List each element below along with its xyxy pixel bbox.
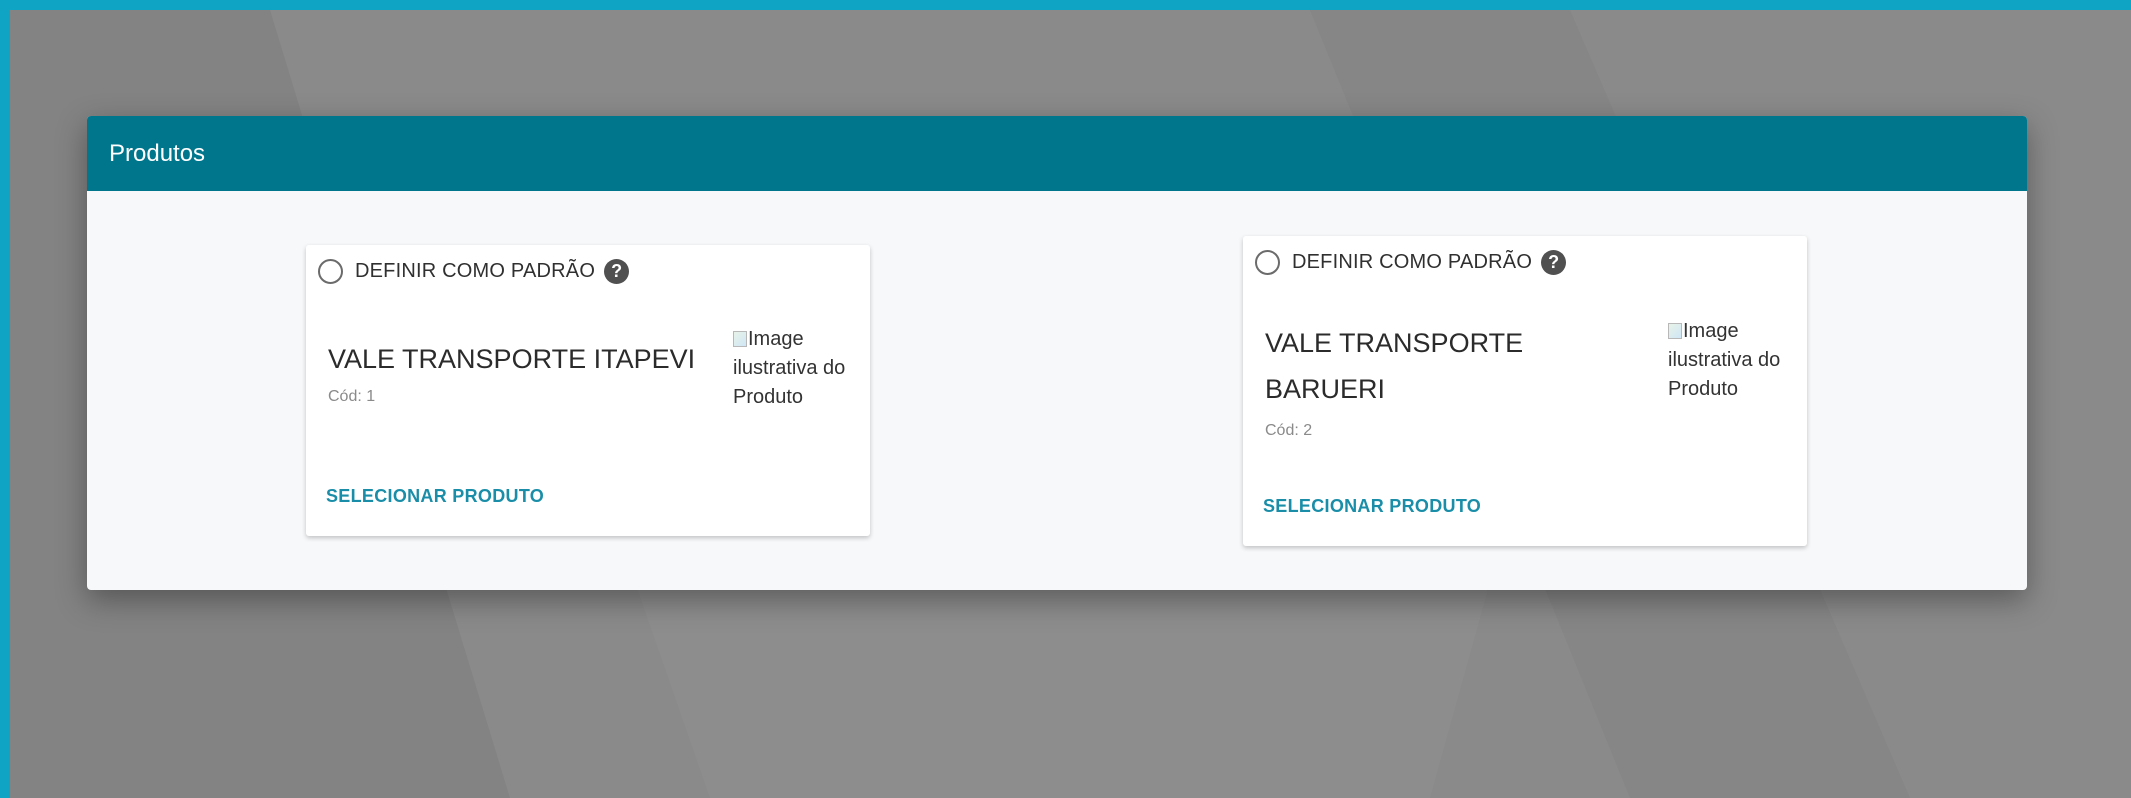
product-code: Cód: 2 [1265,422,1313,439]
default-radio-label[interactable]: DEFINIR COMO PADRÃO [1292,251,1532,274]
default-radio-label[interactable]: DEFINIR COMO PADRÃO [355,260,595,283]
product-card: DEFINIR COMO PADRÃO ? VALE TRANSPORTE BA… [1243,236,1807,546]
broken-image-icon [733,331,747,347]
help-icon[interactable]: ? [1541,250,1567,275]
product-image-alt: Image ilustrativa do Produto [1668,320,1781,400]
dialog-title: Produtos [109,139,206,167]
product-image: Image ilustrativa do Produto [1668,317,1798,404]
broken-image-icon [1668,323,1682,339]
product-code: Cód: 1 [328,388,376,405]
dialog-header: Produtos [87,116,2027,191]
default-option[interactable]: DEFINIR COMO PADRÃO ? [1255,250,1567,275]
default-option[interactable]: DEFINIR COMO PADRÃO ? [318,259,630,284]
select-product-button[interactable]: SELECIONAR PRODUTO [1263,496,1481,517]
help-icon[interactable]: ? [604,259,630,284]
default-radio[interactable] [318,259,343,284]
window-frame: Produtos DEFINIR COMO PADRÃO ? VALE TRAN… [0,0,2131,798]
select-product-button[interactable]: SELECIONAR PRODUTO [326,486,544,507]
product-image: Image ilustrativa do Produto [733,325,863,412]
product-image-alt: Image ilustrativa do Produto [733,328,846,408]
products-dialog: Produtos DEFINIR COMO PADRÃO ? VALE TRAN… [87,116,2027,590]
default-radio[interactable] [1255,250,1280,275]
product-name: VALE TRANSPORTE ITAPEVI [328,344,696,374]
product-card: DEFINIR COMO PADRÃO ? VALE TRANSPORTE IT… [306,245,870,536]
product-name: VALE TRANSPORTE BARUERI [1265,328,1524,404]
